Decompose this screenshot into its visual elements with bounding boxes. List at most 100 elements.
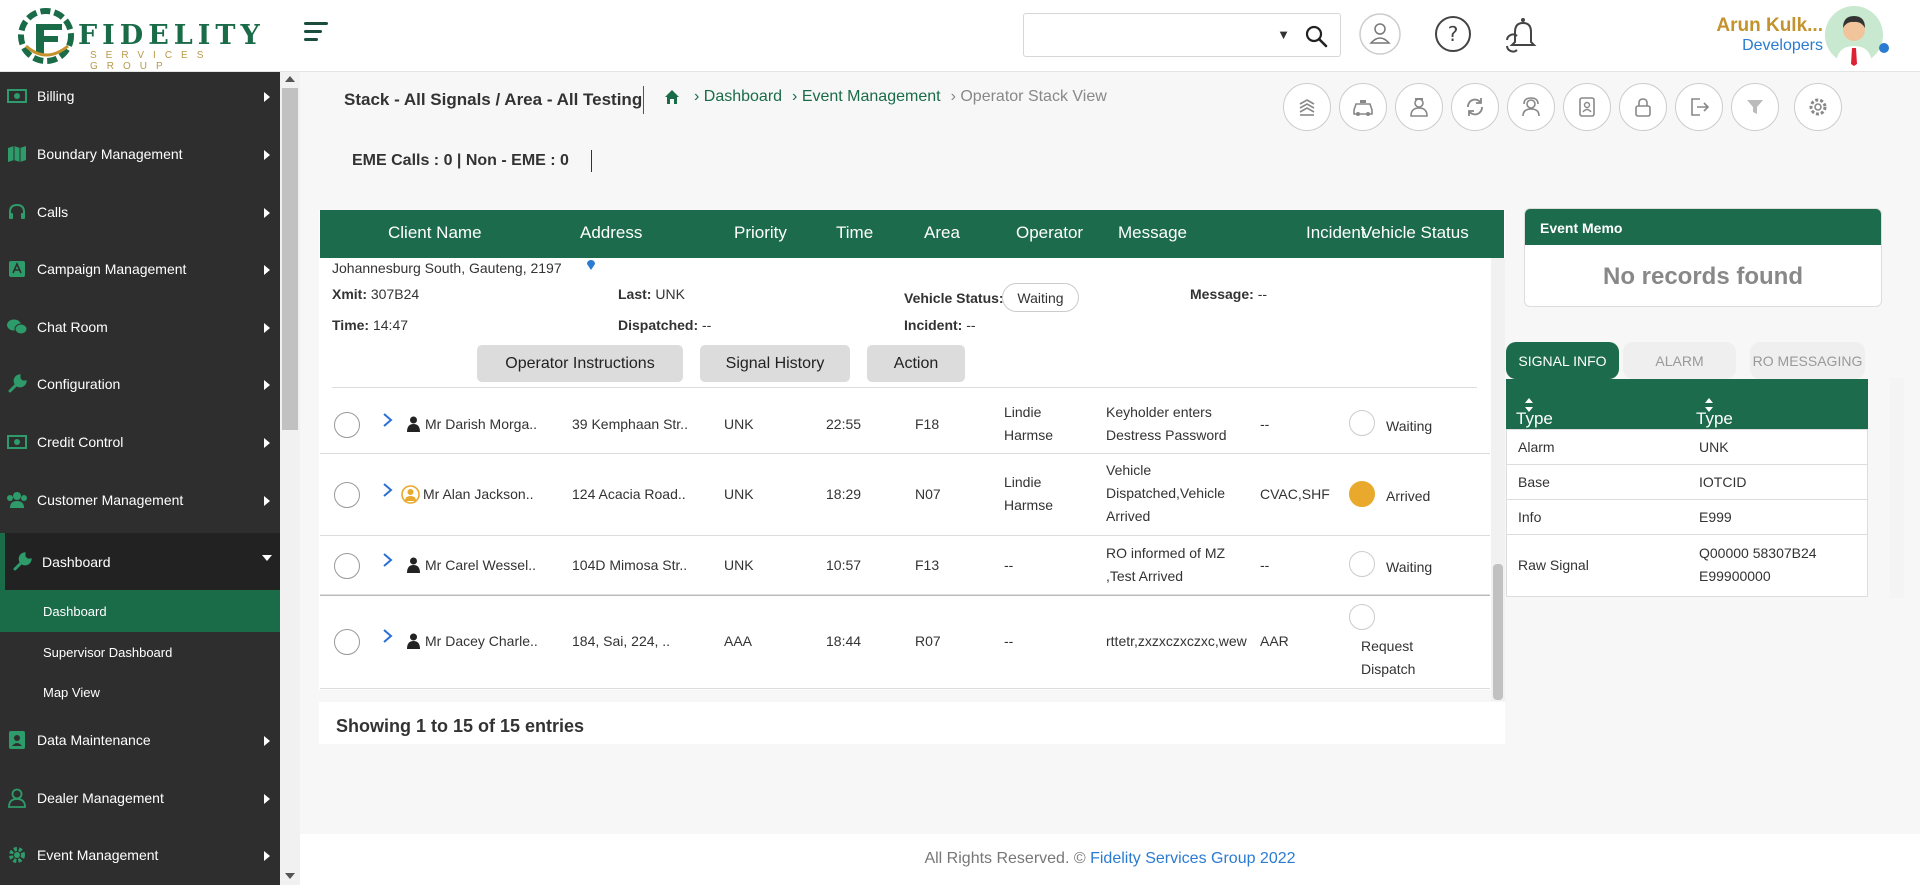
column-area[interactable]: Area bbox=[924, 223, 960, 243]
wrench-icon bbox=[6, 373, 28, 395]
scroll-up-icon[interactable] bbox=[285, 76, 295, 82]
support-agent-button[interactable] bbox=[1507, 83, 1555, 131]
settings-button[interactable] bbox=[1794, 83, 1842, 131]
scroll-down-icon[interactable] bbox=[285, 873, 295, 879]
users-icon bbox=[6, 489, 28, 511]
column-incident[interactable]: Incident bbox=[1306, 223, 1366, 243]
chat-icon bbox=[6, 316, 28, 338]
footer-link[interactable]: Fidelity Services Group 2022 bbox=[1090, 850, 1295, 867]
operator-icon[interactable] bbox=[1358, 12, 1402, 56]
table-row[interactable]: Mr Darish Morga.. 39 Kemphaan Str.. UNK … bbox=[320, 395, 1490, 454]
column-priority[interactable]: Priority bbox=[734, 223, 787, 243]
cell-operator-line2: Harmse bbox=[1004, 427, 1054, 443]
expand-chevron-icon[interactable] bbox=[381, 483, 393, 497]
sidebar-item-campaign-management[interactable]: Campaign Management bbox=[0, 245, 280, 293]
sidebar-subitem-dashboard[interactable]: Dashboard bbox=[0, 590, 280, 632]
table-row[interactable]: Mr Dacey Charle.. 184, Sai, 224, .. AAA … bbox=[320, 595, 1490, 689]
operator-instructions-button[interactable]: Operator Instructions bbox=[477, 345, 683, 382]
cell-priority: UNK bbox=[724, 416, 754, 432]
guard-button[interactable] bbox=[1395, 83, 1443, 131]
home-icon[interactable] bbox=[664, 89, 680, 105]
detail-address-line: Johannesburg South, Gauteng, 2197 bbox=[332, 260, 562, 276]
refresh-button[interactable] bbox=[1451, 83, 1499, 131]
help-icon[interactable]: ? bbox=[1431, 12, 1475, 56]
cell-vehicle-status-line1: Request bbox=[1361, 638, 1414, 654]
chevron-down-icon[interactable]: ▼ bbox=[1277, 27, 1290, 42]
sidebar-item-customer-management[interactable]: Customer Management bbox=[0, 476, 280, 524]
sidebar-subitem-label: Map View bbox=[43, 684, 100, 700]
search-select[interactable]: ▼ bbox=[1023, 13, 1341, 57]
map-pin-icon[interactable] bbox=[586, 258, 596, 271]
column-client-name[interactable]: Client Name bbox=[388, 223, 482, 243]
notification-bell-icon[interactable] bbox=[1501, 12, 1545, 56]
cell-vehicle-status-line2: Dispatch bbox=[1361, 661, 1416, 677]
cell-message-line1: RO informed of MZ bbox=[1106, 545, 1226, 561]
cell-message-line2: Destress Password bbox=[1106, 427, 1227, 443]
entries-count: Showing 1 to 15 of 15 entries bbox=[336, 716, 585, 736]
fidelity-logo[interactable]: FIDELITY SERVICES GROUP bbox=[18, 4, 260, 72]
sidebar-scrollbar[interactable] bbox=[280, 72, 300, 885]
signal-table-scrollbar[interactable] bbox=[1890, 378, 1904, 598]
incident-label: Incident: bbox=[904, 317, 963, 333]
row-select-radio[interactable] bbox=[334, 482, 360, 508]
search-icon[interactable] bbox=[1304, 24, 1328, 48]
vehicle-button[interactable] bbox=[1339, 83, 1387, 131]
table-row[interactable]: Mr Alan Jackson.. 124 Acacia Road.. UNK … bbox=[320, 454, 1490, 536]
detail-xmit: Xmit: 307B24 bbox=[332, 286, 419, 302]
column-type[interactable]: Type bbox=[1516, 394, 1553, 428]
sidebar-item-calls[interactable]: Calls bbox=[0, 188, 280, 236]
sidebar-item-chat-room[interactable]: Chat Room bbox=[0, 303, 280, 351]
tab-ro-messaging[interactable]: RO MESSAGING bbox=[1750, 342, 1865, 379]
action-button[interactable]: Action bbox=[867, 345, 965, 382]
tab-signal-info[interactable]: SIGNAL INFO bbox=[1506, 342, 1619, 379]
sidebar-item-dealer-management[interactable]: Dealer Management bbox=[0, 774, 280, 822]
sidebar-item-label: Billing bbox=[37, 88, 75, 104]
sidebar-item-boundary-management[interactable]: Boundary Management bbox=[0, 130, 280, 178]
sidebar-item-label: Customer Management bbox=[37, 492, 184, 508]
scrollbar-thumb[interactable] bbox=[282, 88, 298, 430]
expand-chevron-icon[interactable] bbox=[381, 629, 393, 643]
contact-book-button[interactable] bbox=[1563, 83, 1611, 131]
table-row[interactable]: Mr Carel Wessel.. 104D Mimosa Str.. UNK … bbox=[320, 536, 1490, 595]
tab-alarm[interactable]: ALARM bbox=[1623, 342, 1736, 379]
message-label: Message: bbox=[1190, 286, 1254, 302]
cell-time: 18:44 bbox=[826, 633, 862, 649]
sidebar-item-dashboard[interactable]: Dashboard bbox=[0, 533, 280, 590]
signal-history-button[interactable]: Signal History bbox=[700, 345, 850, 382]
sidebar-item-billing[interactable]: Billing bbox=[0, 72, 280, 120]
user-name[interactable]: Arun Kulk... bbox=[1716, 15, 1823, 37]
sidebar-item-configuration[interactable]: Configuration bbox=[0, 360, 280, 408]
cell-address: 104D Mimosa Str.. bbox=[572, 557, 688, 573]
column-time[interactable]: Time bbox=[836, 223, 873, 243]
sidebar-item-event-management[interactable]: Event Management bbox=[0, 831, 280, 879]
column-vehicle-status[interactable]: Vehicle Status bbox=[1361, 223, 1469, 243]
row-select-radio[interactable] bbox=[334, 553, 360, 579]
cell-client-name: Mr Carel Wessel.. bbox=[425, 557, 536, 573]
stack-button[interactable] bbox=[1283, 83, 1331, 131]
scrollbar-thumb[interactable] bbox=[1493, 564, 1503, 700]
lock-button[interactable] bbox=[1619, 83, 1667, 131]
column-address[interactable]: Address bbox=[580, 223, 642, 243]
column-message[interactable]: Message bbox=[1118, 223, 1187, 243]
sidebar-subitem-supervisor-dashboard[interactable]: Supervisor Dashboard bbox=[0, 632, 280, 672]
table-scrollbar[interactable] bbox=[1491, 258, 1505, 701]
column-type-desc[interactable]: Type Desc bbox=[1696, 394, 1735, 448]
breadcrumb-dashboard[interactable]: › Dashboard bbox=[694, 88, 782, 106]
expand-chevron-icon[interactable] bbox=[381, 553, 393, 567]
sidebar-item-data-maintenance[interactable]: Data Maintenance bbox=[0, 716, 280, 764]
sidebar-item-credit-control[interactable]: Credit Control bbox=[0, 418, 280, 466]
user-avatar[interactable] bbox=[1824, 4, 1884, 66]
row-select-radio[interactable] bbox=[334, 629, 360, 655]
menu-toggle-icon[interactable] bbox=[304, 22, 328, 44]
stack-icon bbox=[1299, 99, 1315, 116]
logo-text: FIDELITY bbox=[78, 20, 265, 51]
column-operator[interactable]: Operator bbox=[1016, 223, 1083, 243]
sidebar-subitem-map-view[interactable]: Map View bbox=[0, 672, 280, 712]
expand-chevron-icon[interactable] bbox=[381, 413, 393, 427]
logout-button[interactable] bbox=[1675, 83, 1723, 131]
person-icon bbox=[407, 633, 420, 649]
filter-button[interactable] bbox=[1731, 83, 1779, 131]
breadcrumb-event-management[interactable]: › Event Management bbox=[792, 88, 941, 106]
sidebar-item-label: Calls bbox=[37, 204, 69, 220]
row-select-radio[interactable] bbox=[334, 412, 360, 438]
